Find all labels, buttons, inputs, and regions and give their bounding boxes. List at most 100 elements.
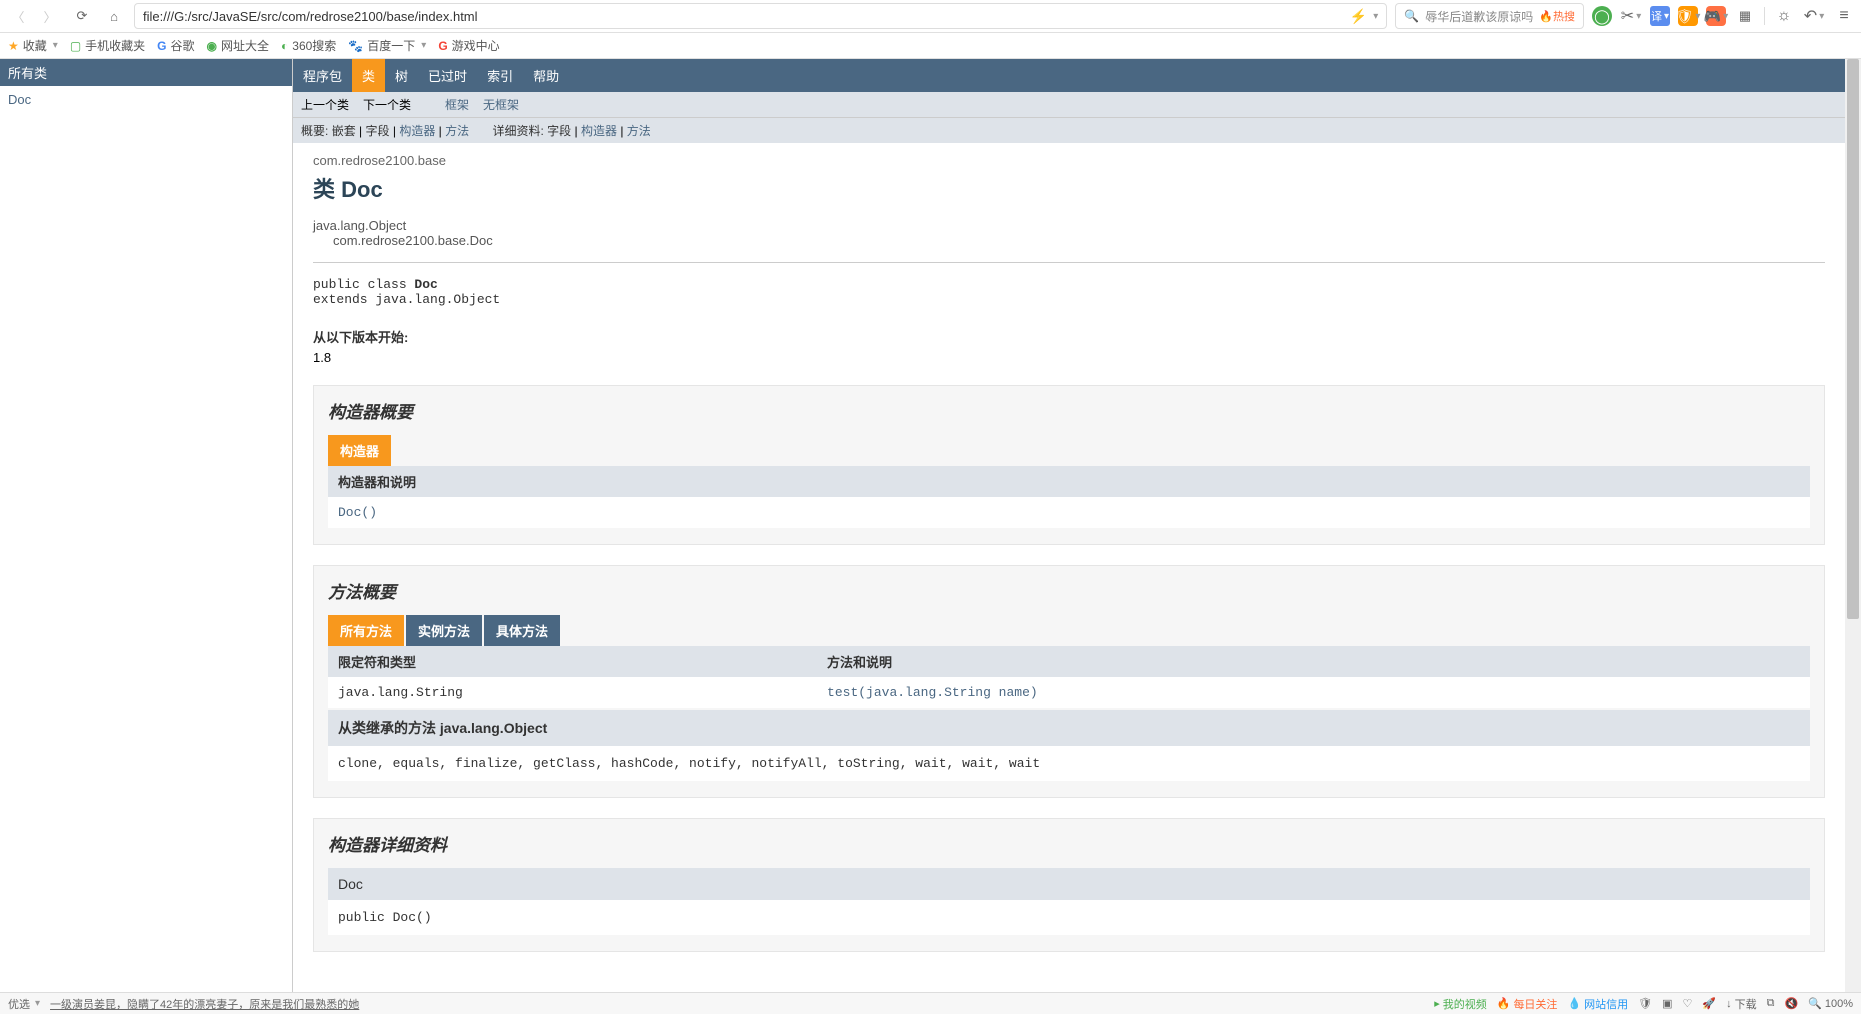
sidebar-class-link[interactable]: Doc (8, 92, 284, 107)
tab-instance-methods[interactable]: 实例方法 (406, 615, 482, 646)
translate-icon[interactable]: 译▾ (1650, 6, 1670, 26)
play-icon: ▸ (1434, 997, 1440, 1010)
scrollbar-thumb[interactable] (1847, 59, 1859, 619)
bookmark-game[interactable]: G游戏中心 (438, 37, 499, 54)
summary-constr[interactable]: 构造器 (399, 124, 435, 138)
package-name: com.redrose2100.base (313, 153, 1825, 168)
gamepad-icon[interactable]: 🎮▾ (1706, 6, 1726, 26)
tab-all-methods[interactable]: 所有方法 (328, 615, 404, 646)
game-icon: G (438, 39, 447, 53)
home-icon: ⌂ (110, 9, 118, 24)
detail-field: 字段 (547, 124, 571, 138)
chevron-right-icon: 〉 (43, 7, 56, 26)
divider (1764, 7, 1765, 25)
nav-class[interactable]: 类 (352, 59, 385, 92)
noframes-link[interactable]: 无框架 (483, 96, 519, 113)
constructor-detail-section: 构造器详细资料 Doc public Doc() (313, 818, 1825, 952)
since-label: 从以下版本开始: (313, 327, 1825, 346)
status-shield[interactable]: 🛡 (1638, 997, 1652, 1010)
inherit-root: java.lang.Object (313, 218, 1825, 233)
undo-icon[interactable]: ↶▾ (1803, 5, 1825, 27)
constructor-summary-section: 构造器概要 构造器 构造器和说明 Doc() (313, 385, 1825, 545)
nav-deprecated[interactable]: 已过时 (418, 59, 477, 92)
status-left: 优选▾ 一级演员姜昆，隐瞒了42年的漂亮妻子，原来是我们最熟悉的她 (8, 996, 359, 1012)
bookmark-360[interactable]: ◐360搜索 (281, 37, 336, 54)
method-col2-header: 方法和说明 (817, 646, 1810, 677)
sub-nav: 上一个类 下一个类 框架 无框架 (293, 92, 1845, 117)
tab-concrete-methods[interactable]: 具体方法 (484, 615, 560, 646)
status-youxuan[interactable]: 优选▾ (8, 996, 40, 1012)
drop-icon: 💧 (1567, 997, 1581, 1010)
bookmark-favorites[interactable]: ★收藏▾ (8, 37, 58, 54)
baidu-icon: 🐾 (348, 39, 363, 53)
apps-grid-icon[interactable]: ▦ (1734, 5, 1756, 27)
inherit-self: com.redrose2100.base.Doc (333, 233, 1825, 248)
sun-icon[interactable]: ☼ (1773, 5, 1795, 27)
scissors-icon[interactable]: ✂▾ (1620, 5, 1642, 27)
detail-constr[interactable]: 构造器 (581, 124, 617, 138)
nav-help[interactable]: 帮助 (523, 59, 569, 92)
inheritance-tree: java.lang.Object com.redrose2100.base.Do… (313, 218, 1825, 248)
bookmarks-bar: ★收藏▾ ▢手机收藏夹 G谷歌 ◉网址大全 ◐360搜索 🐾百度一下▾ G游戏中… (0, 33, 1861, 59)
constructor-summary-title: 构造器概要 (328, 398, 1810, 423)
summary-field: 字段 (366, 124, 390, 138)
star-icon: ★ (8, 39, 19, 53)
browser-toolbar: 〈 〉 ⟳ ⌂ file:///G:/src/JavaSE/src/com/re… (0, 0, 1861, 33)
summary-method[interactable]: 方法 (445, 124, 469, 138)
constructor-link[interactable]: Doc() (328, 497, 1810, 528)
constructor-detail-title: 构造器详细资料 (328, 831, 1810, 856)
bookmark-baidu[interactable]: 🐾百度一下▾ (348, 37, 426, 54)
prev-class: 上一个类 (301, 96, 349, 113)
method-signature-link[interactable]: test(java.lang.String name) (817, 677, 1810, 708)
menu-icon[interactable]: ≡ (1833, 5, 1855, 27)
constructor-detail-name: Doc (328, 868, 1810, 900)
summary-nested: 嵌套 (332, 124, 356, 138)
right-panel: 程序包 类 树 已过时 索引 帮助 上一个类 下一个类 框架 无框架 概要: 嵌… (293, 59, 1861, 992)
url-text: file:///G:/src/JavaSE/src/com/redrose210… (143, 9, 478, 24)
left-panel: 所有类 Doc (0, 59, 293, 992)
bookmark-wangzhi[interactable]: ◉网址大全 (207, 37, 270, 54)
bookmark-google[interactable]: G谷歌 (157, 37, 194, 54)
status-news-ticker[interactable]: 一级演员姜昆，隐瞒了42年的漂亮妻子，原来是我们最熟悉的她 (50, 996, 359, 1012)
extension-icon-1[interactable]: ◯ (1592, 6, 1612, 26)
content-area: com.redrose2100.base 类 Doc java.lang.Obj… (293, 143, 1845, 982)
status-heart[interactable]: ♡ (1683, 997, 1693, 1010)
status-pip[interactable]: ⧉ (1767, 997, 1775, 1010)
bookmark-mobile[interactable]: ▢手机收藏夹 (70, 37, 145, 54)
method-table: 限定符和类型 方法和说明 java.lang.String test(java.… (328, 646, 1810, 708)
fire-icon: 🔥 (1497, 997, 1511, 1010)
javadoc-nav: 程序包 类 树 已过时 索引 帮助 (293, 59, 1845, 92)
dropdown-icon[interactable]: ▾ (1373, 11, 1378, 22)
nav-tree[interactable]: 树 (385, 59, 418, 92)
inherited-methods-header: 从类继承的方法 java.lang.Object (328, 710, 1810, 746)
status-credit[interactable]: 💧网站信用 (1567, 996, 1628, 1012)
reload-button[interactable]: ⟳ (70, 4, 94, 28)
url-bar[interactable]: file:///G:/src/JavaSE/src/com/redrose210… (134, 3, 1387, 29)
back-button[interactable]: 〈 (6, 4, 30, 28)
home-button[interactable]: ⌂ (102, 4, 126, 28)
forward-button[interactable]: 〉 (38, 4, 62, 28)
phone-icon: ▢ (70, 39, 81, 53)
summary-bar: 概要: 嵌套 | 字段 | 构造器 | 方法 详细资料: 字段 | 构造器 | … (293, 117, 1845, 143)
speaker-icon: 🔇 (1784, 997, 1798, 1010)
status-rocket[interactable]: 🚀 (1702, 997, 1716, 1010)
sidebar-header: 所有类 (0, 59, 292, 86)
status-my-video[interactable]: ▸我的视频 (1434, 996, 1487, 1012)
chevron-left-icon: 〈 (11, 7, 24, 26)
class-signature: public class Doc extends java.lang.Objec… (313, 277, 1825, 307)
detail-method[interactable]: 方法 (627, 124, 651, 138)
nav-package[interactable]: 程序包 (293, 59, 352, 92)
nav-index[interactable]: 索引 (477, 59, 523, 92)
scrollbar-track[interactable] (1845, 59, 1861, 992)
status-cut[interactable]: ▣ (1662, 997, 1672, 1010)
shield-icon[interactable]: 🛡▾ (1678, 6, 1698, 26)
method-summary-section: 方法概要 所有方法 实例方法 具体方法 限定符和类型 方法和说明 java.la… (313, 565, 1825, 798)
status-download[interactable]: ↓下载 (1726, 996, 1757, 1012)
hot-badge: 🔥热搜 (1539, 8, 1575, 24)
status-mute[interactable]: 🔇 (1784, 997, 1798, 1010)
status-zoom[interactable]: 🔍100% (1808, 997, 1853, 1010)
table-row: java.lang.String test(java.lang.String n… (328, 677, 1810, 708)
frames-link[interactable]: 框架 (445, 96, 469, 113)
status-daily[interactable]: 🔥每日关注 (1497, 996, 1558, 1012)
search-box[interactable]: 🔍 辱华后道歉该原谅吗 🔥热搜 (1395, 3, 1584, 29)
